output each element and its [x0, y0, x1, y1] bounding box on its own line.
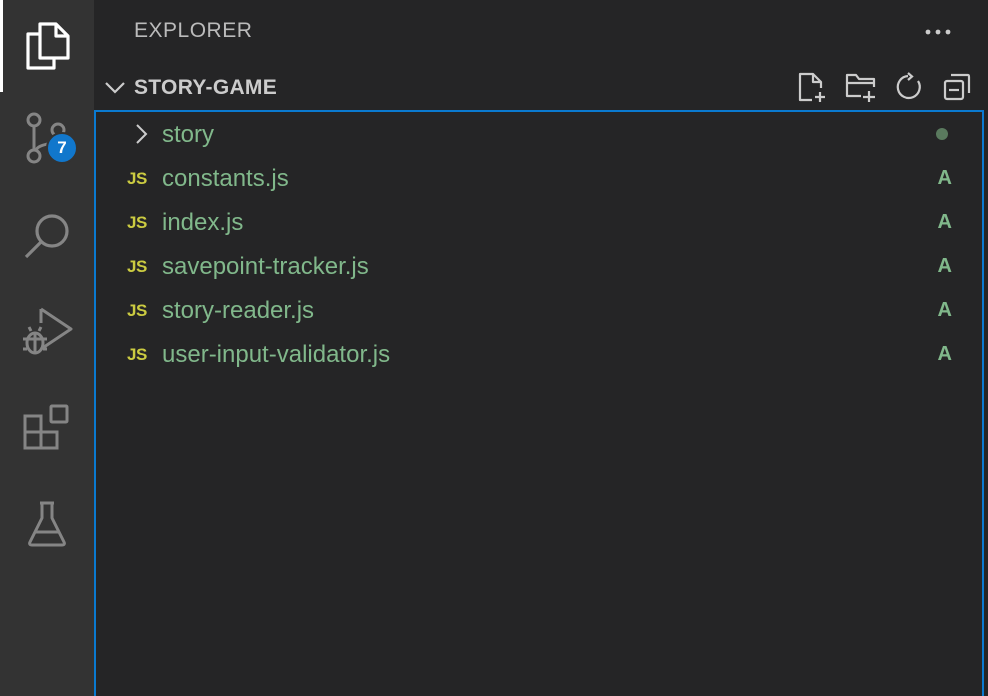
new-folder-button[interactable] — [844, 72, 878, 106]
git-status-badge: A — [937, 343, 952, 365]
tree-file-story-reader[interactable]: JS story-reader.js A — [96, 288, 982, 332]
sidebar-title: EXPLORER — [134, 19, 253, 42]
new-file-icon — [797, 71, 829, 108]
activity-run-debug[interactable] — [0, 286, 94, 378]
files-icon — [24, 22, 70, 70]
activity-source-control[interactable]: 7 — [0, 92, 94, 184]
refresh-icon — [894, 71, 924, 107]
new-folder-icon — [844, 71, 878, 108]
collapse-all-icon — [942, 72, 972, 107]
activity-bar: 7 — [0, 0, 94, 696]
workspace-title: STORY-GAME — [134, 76, 278, 99]
js-file-icon: JS — [127, 345, 147, 364]
tree-file-index[interactable]: JS index.js A — [96, 200, 982, 244]
source-control-badge: 7 — [46, 132, 78, 164]
js-file-icon: JS — [127, 257, 147, 276]
activity-explorer[interactable] — [0, 0, 94, 92]
new-file-button[interactable] — [796, 72, 830, 106]
activity-testing[interactable] — [0, 478, 94, 570]
collapse-all-button[interactable] — [940, 72, 974, 106]
tree-file-savepoint-tracker[interactable]: JS savepoint-tracker.js A — [96, 244, 982, 288]
chevron-down-icon — [104, 77, 126, 99]
js-file-icon: JS — [127, 301, 147, 320]
ellipsis-icon — [924, 23, 952, 41]
tree-item-label: story — [162, 121, 215, 148]
tree-item-label: story-reader.js — [162, 297, 315, 324]
extensions-icon — [22, 403, 72, 453]
explorer-sidebar: EXPLORER STORY-GAME story JS constants.j… — [94, 0, 988, 696]
file-tree: story JS constants.js A JS index.js A JS… — [94, 110, 984, 696]
tree-folder-story[interactable]: story — [96, 112, 982, 156]
activity-search[interactable] — [0, 190, 94, 282]
activity-extensions[interactable] — [0, 382, 94, 474]
git-status-badge: A — [937, 299, 952, 321]
tree-item-label: constants.js — [162, 165, 289, 192]
workspace-section-header[interactable]: STORY-GAME — [94, 66, 988, 110]
refresh-button[interactable] — [892, 71, 926, 107]
more-actions-button[interactable] — [922, 16, 954, 48]
git-status-badge: A — [937, 167, 952, 189]
chevron-right-icon — [132, 123, 150, 145]
modified-dot-icon — [936, 128, 948, 140]
git-status-badge: A — [937, 211, 952, 233]
beaker-icon — [26, 500, 68, 548]
js-file-icon: JS — [127, 169, 147, 188]
tree-item-label: user-input-validator.js — [162, 341, 391, 368]
js-file-icon: JS — [127, 213, 147, 232]
git-status-badge: A — [937, 255, 952, 277]
tree-file-user-input-validator[interactable]: JS user-input-validator.js A — [96, 332, 982, 376]
run-debug-icon — [21, 305, 73, 359]
tree-item-label: index.js — [162, 209, 244, 236]
search-icon — [22, 211, 72, 261]
tree-file-constants[interactable]: JS constants.js A — [96, 156, 982, 200]
section-actions — [796, 71, 974, 107]
tree-item-label: savepoint-tracker.js — [162, 253, 369, 280]
